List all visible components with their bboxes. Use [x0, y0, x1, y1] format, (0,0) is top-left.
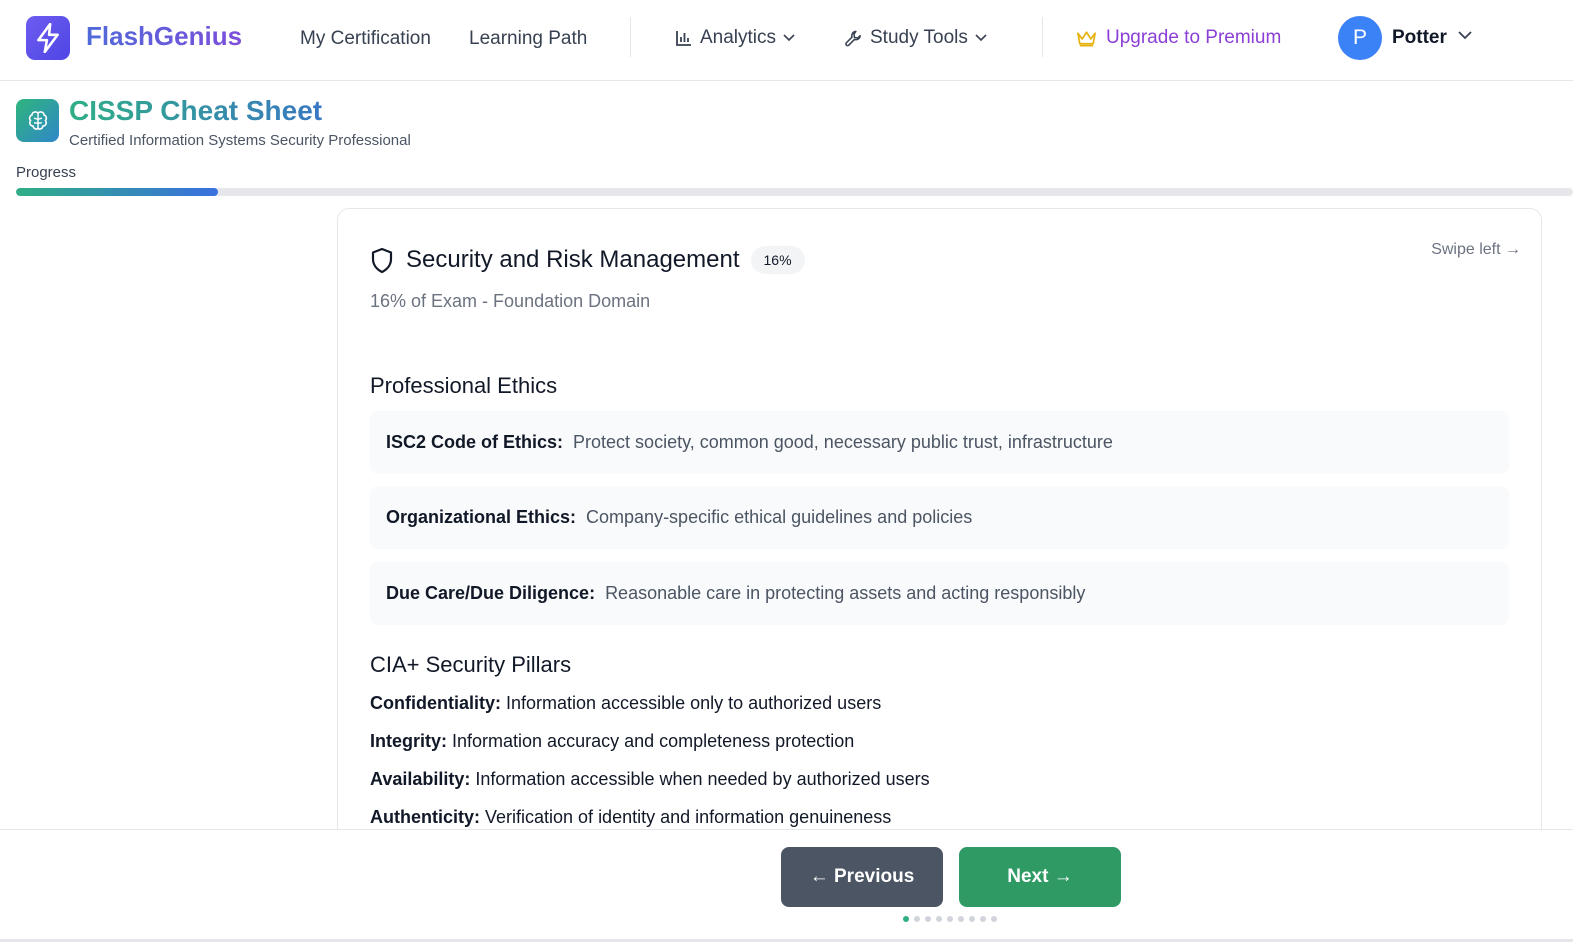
nav-divider [1042, 17, 1043, 57]
term-label: Due Care/Due Diligence: [386, 583, 596, 603]
chevron-down-icon [975, 34, 987, 42]
term-label: Integrity: [370, 731, 448, 751]
domain-subtitle: 16% of Exam - Foundation Domain [370, 291, 651, 311]
domain-header: Security and Risk Management 16% [370, 246, 805, 274]
term-definition: Company-specific ethical guidelines and … [586, 507, 973, 527]
pagination-dots [903, 916, 997, 922]
brand-name[interactable]: FlashGenius [86, 21, 242, 52]
swipe-hint: Swipe left → [1431, 241, 1521, 258]
pagination-dot[interactable] [958, 916, 964, 922]
wrench-icon [845, 30, 861, 46]
term-definition: Information accuracy and completeness pr… [452, 731, 855, 751]
nav-my-certification[interactable]: My Certification [300, 28, 431, 50]
user-name[interactable]: Potter [1392, 27, 1447, 49]
list-item: ISC2 Code of Ethics: Protect society, co… [370, 411, 1509, 474]
study-tools-dropdown[interactable]: Study Tools [844, 27, 987, 49]
term-label: Confidentiality: [370, 693, 501, 713]
section-title: Professional Ethics [370, 373, 558, 398]
pagination-dot[interactable] [980, 916, 986, 922]
avatar[interactable]: P [1338, 16, 1382, 60]
section-title: CIA+ Security Pillars [370, 652, 572, 677]
term-definition: Protect society, common good, necessary … [573, 432, 1113, 452]
weight-badge: 16% [750, 246, 805, 274]
nav-learning-path[interactable]: Learning Path [469, 28, 587, 50]
term-definition: Information accessible only to authorize… [506, 693, 882, 713]
pagination-dot[interactable] [969, 916, 975, 922]
list-item: Due Care/Due Diligence: Reasonable care … [370, 562, 1509, 625]
chevron-down-icon[interactable] [1458, 31, 1472, 40]
page-subtitle: Certified Information Systems Security P… [69, 132, 411, 149]
pagination-dot[interactable] [903, 916, 909, 922]
list-item: Authenticity: Verification of identity an… [370, 807, 891, 828]
progress-label: Progress [16, 164, 77, 181]
upgrade-premium-link[interactable]: Upgrade to Premium [1076, 27, 1281, 49]
top-navbar: FlashGenius My Certification Learning Pa… [0, 0, 1573, 81]
pagination-dot[interactable] [925, 916, 931, 922]
pagination-dot[interactable] [947, 916, 953, 922]
lightning-icon[interactable] [26, 16, 70, 60]
term-definition: Verification of identity and information… [485, 807, 892, 827]
page-title: CISSP Cheat Sheet [69, 95, 323, 126]
list-item: Organizational Ethics: Company-specific … [370, 486, 1509, 549]
progress-fill [16, 188, 219, 196]
chevron-down-icon [783, 34, 795, 42]
pagination-dot[interactable] [914, 916, 920, 922]
flashcard[interactable]: Security and Risk Management 16% Swipe l… [337, 208, 1542, 848]
upgrade-premium-label: Upgrade to Premium [1106, 27, 1282, 48]
shield-icon [371, 247, 393, 273]
term-label: Authenticity: [370, 807, 480, 827]
study-tools-label: Study Tools [870, 27, 968, 48]
next-button[interactable]: Next → [959, 847, 1121, 907]
brain-icon [16, 99, 59, 142]
term-label: ISC2 Code of Ethics: [386, 432, 564, 452]
analytics-label: Analytics [700, 27, 777, 48]
term-label: Availability: [370, 769, 471, 789]
pagination-dot[interactable] [936, 916, 942, 922]
list-item: Availability: Information accessible when… [370, 769, 930, 790]
domain-title: Security and Risk Management [406, 246, 740, 273]
list-item: Confidentiality: Information accessible o… [370, 693, 881, 714]
crown-icon [1077, 31, 1096, 47]
term-label: Organizational Ethics: [386, 507, 577, 527]
bar-chart-icon [676, 31, 691, 46]
list-item: Integrity: Information accuracy and compl… [370, 731, 854, 752]
progress-bar [16, 188, 1573, 196]
term-definition: Information accessible when needed by au… [475, 769, 930, 789]
card-navigation: ← Previous Next → [0, 829, 1573, 942]
term-definition: Reasonable care in protecting assets and… [605, 583, 1086, 603]
previous-button[interactable]: ← Previous [781, 847, 943, 907]
pagination-dot[interactable] [991, 916, 997, 922]
analytics-dropdown[interactable]: Analytics [675, 27, 795, 49]
nav-divider [630, 17, 631, 57]
